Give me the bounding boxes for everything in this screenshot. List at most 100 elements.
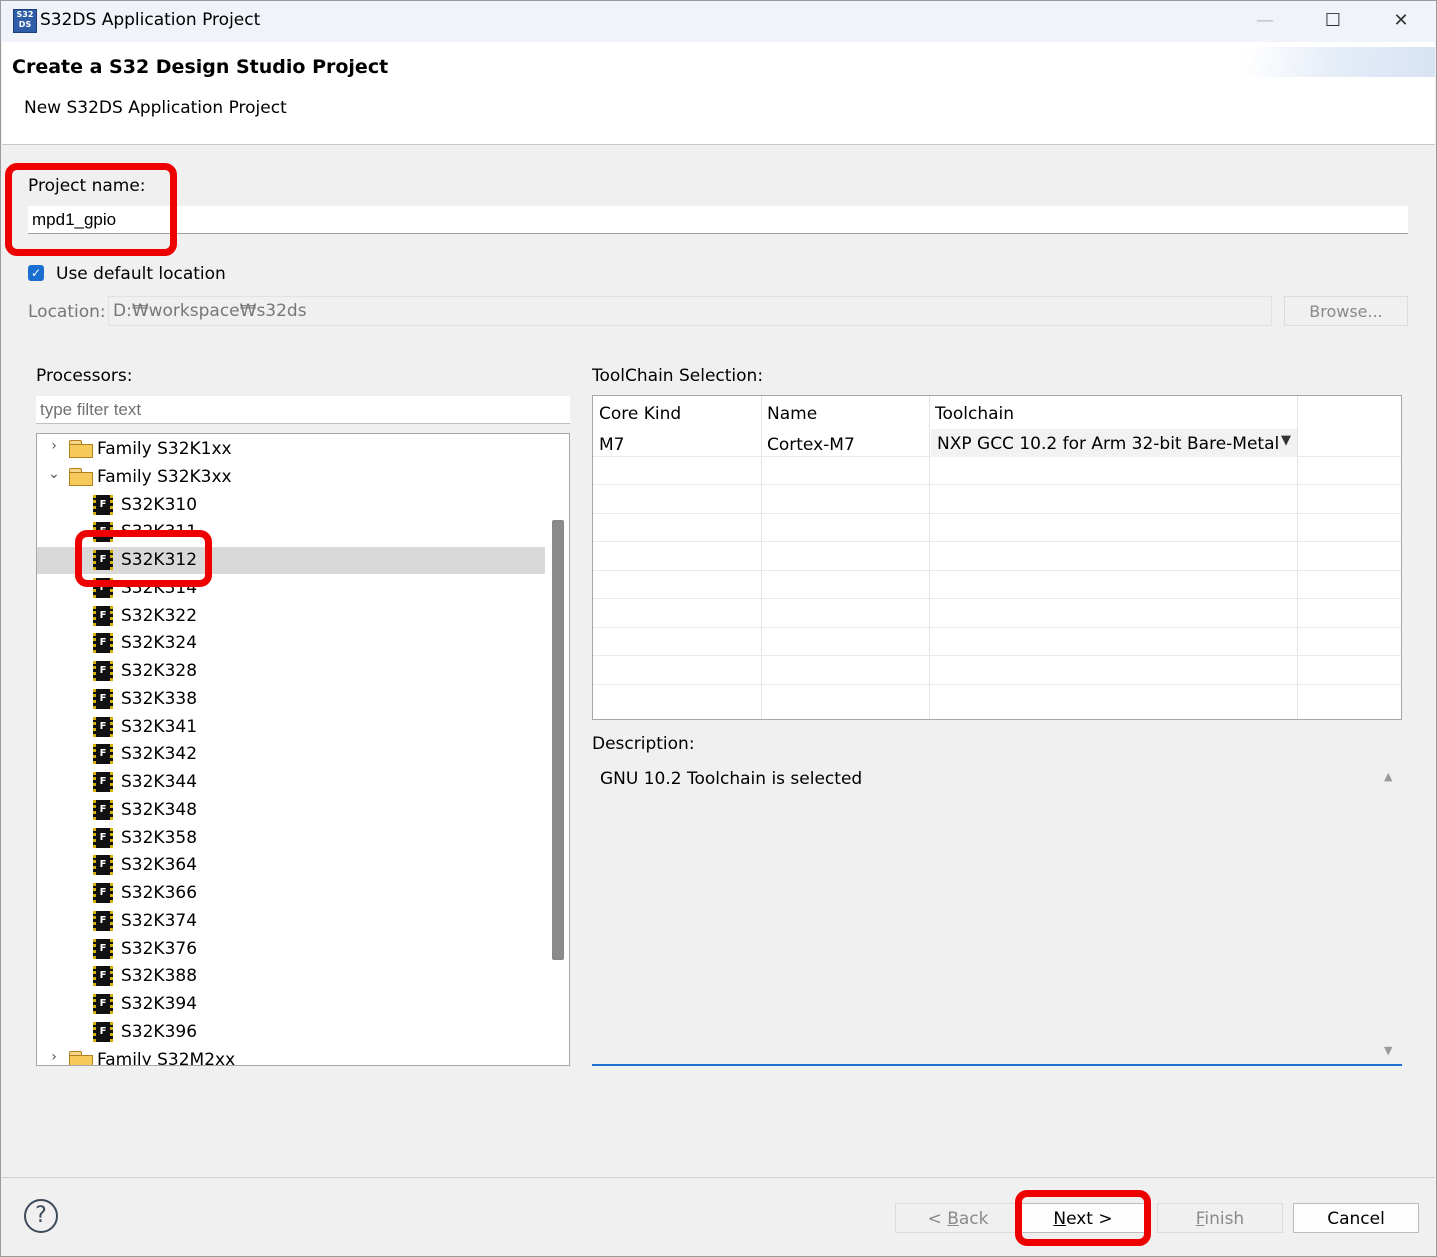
tree-family-item[interactable]: ⌄ Family S32K3xx xyxy=(37,464,545,491)
back-button-prefix: < xyxy=(927,1209,948,1229)
tree-processor-item[interactable]: F S32K310 xyxy=(37,492,545,519)
tree-processor-item[interactable]: F S32K344 xyxy=(37,769,545,796)
tree-item-label: S32K322 xyxy=(121,605,198,626)
toolchain-selection-label: ToolChain Selection: xyxy=(592,366,764,386)
chevron-right-icon[interactable]: › xyxy=(47,438,61,454)
highlight-next-button xyxy=(1015,1190,1151,1246)
toolchain-dropdown[interactable]: NXP GCC 10.2 for Arm 32-bit Bare-Metal ▼ xyxy=(931,429,1297,457)
description-text-area[interactable]: GNU 10.2 Toolchain is selected ▲ ▼ xyxy=(592,762,1402,1066)
tree-processor-item[interactable]: F S32K348 xyxy=(37,797,545,824)
tree-scrollbar-thumb[interactable] xyxy=(552,520,564,960)
scroll-up-icon[interactable]: ▲ xyxy=(1384,770,1392,783)
chevron-right-icon[interactable]: › xyxy=(47,1049,61,1065)
core-name-cell: Cortex-M7 xyxy=(767,435,855,455)
processor-chip-icon: F xyxy=(93,605,113,626)
location-label: Location: xyxy=(28,302,106,322)
processor-chip-icon: F xyxy=(93,494,113,515)
tree-item-label: S32K358 xyxy=(121,827,198,848)
processor-chip-icon: F xyxy=(93,633,113,654)
tree-processor-item[interactable]: F S32K394 xyxy=(37,991,545,1018)
folder-icon xyxy=(69,440,93,458)
processor-chip-icon: F xyxy=(93,938,113,959)
tree-item-label: S32K338 xyxy=(121,688,198,709)
close-button[interactable]: ✕ xyxy=(1378,6,1424,36)
tree-processor-item[interactable]: F S32K341 xyxy=(37,714,545,741)
folder-icon xyxy=(69,467,93,486)
tree-family-item[interactable]: › Family S32M2xx xyxy=(37,1047,545,1066)
processors-label: Processors: xyxy=(36,366,133,386)
bottom-separator xyxy=(2,1177,1435,1178)
header-banner-graphic xyxy=(1195,47,1435,77)
project-name-input[interactable] xyxy=(28,206,1408,234)
tree-processor-item[interactable]: F S32K328 xyxy=(37,658,545,685)
help-button[interactable]: ? xyxy=(24,1199,58,1233)
use-default-location-checkbox[interactable]: ✓ xyxy=(28,265,44,281)
toolchain-dropdown-value: NXP GCC 10.2 for Arm 32-bit Bare-Metal xyxy=(937,434,1280,454)
title-bar: S32 DS S32DS Application Project — ☐ ✕ xyxy=(0,0,1437,42)
processor-chip-icon: F xyxy=(93,799,113,820)
browse-button[interactable]: Browse... xyxy=(1284,296,1408,326)
finish-button-label: inish xyxy=(1204,1209,1245,1229)
processor-chip-icon: F xyxy=(93,744,113,765)
processor-chip-icon: F xyxy=(93,688,113,709)
column-header-name[interactable]: Name xyxy=(767,404,817,424)
tree-processor-item[interactable]: F S32K324 xyxy=(37,630,545,657)
tree-item-label: S32K342 xyxy=(121,744,198,765)
tree-item-label: S32K344 xyxy=(121,772,198,792)
tree-processor-item[interactable]: F S32K366 xyxy=(37,880,545,907)
tree-processor-item[interactable]: F S32K388 xyxy=(37,963,545,990)
highlight-selected-processor xyxy=(75,530,212,587)
tree-processor-item[interactable]: F S32K376 xyxy=(37,936,545,963)
processor-filter-input[interactable] xyxy=(36,396,570,424)
chevron-down-icon[interactable]: ⌄ xyxy=(47,466,61,482)
tree-item-label: Family S32K3xx xyxy=(97,466,232,487)
tree-item-label: S32K376 xyxy=(121,938,198,959)
wizard-header: Create a S32 Design Studio Project New S… xyxy=(2,42,1435,145)
maximize-button[interactable]: ☐ xyxy=(1310,6,1356,36)
cancel-button[interactable]: Cancel xyxy=(1293,1203,1419,1233)
highlight-project-name xyxy=(5,163,177,256)
description-scrollbar[interactable]: ▲ ▼ xyxy=(1376,762,1402,1064)
toolchain-table[interactable]: Core Kind Name Toolchain M7 Cortex-M7 NX… xyxy=(592,395,1402,720)
column-header-core-kind[interactable]: Core Kind xyxy=(599,404,681,424)
location-input[interactable]: D:₩workspace₩s32ds xyxy=(108,296,1272,326)
column-header-toolchain[interactable]: Toolchain xyxy=(935,404,1014,424)
minimize-button[interactable]: — xyxy=(1242,6,1288,36)
processor-chip-icon: F xyxy=(93,827,113,848)
window-title: S32DS Application Project xyxy=(40,10,261,30)
processor-chip-icon: F xyxy=(93,910,113,931)
processor-chip-icon: F xyxy=(93,661,113,681)
app-icon: S32 DS xyxy=(13,9,37,33)
back-button-mnemonic: B xyxy=(947,1209,959,1229)
tree-processor-item[interactable]: F S32K338 xyxy=(37,686,545,713)
tree-processor-item[interactable]: F S32K364 xyxy=(37,852,545,879)
page-subtitle: New S32DS Application Project xyxy=(24,98,287,118)
tree-processor-item[interactable]: F S32K342 xyxy=(37,741,545,768)
tree-item-label: S32K394 xyxy=(121,994,198,1014)
back-button[interactable]: < Back xyxy=(895,1203,1021,1233)
page-title: Create a S32 Design Studio Project xyxy=(12,56,389,78)
processor-chip-icon: F xyxy=(93,1021,113,1042)
scroll-down-icon[interactable]: ▼ xyxy=(1384,1044,1392,1057)
core-kind-cell: M7 xyxy=(599,435,625,455)
dropdown-arrow-icon[interactable]: ▼ xyxy=(1281,433,1291,448)
use-default-location-label[interactable]: Use default location xyxy=(56,264,226,284)
tree-family-item[interactable]: › Family S32K1xx xyxy=(37,436,545,463)
tree-item-label: S32K328 xyxy=(121,661,198,681)
tree-processor-item[interactable]: F S32K396 xyxy=(37,1019,545,1046)
processor-chip-icon: F xyxy=(93,772,113,792)
tree-item-label: S32K366 xyxy=(121,883,198,903)
processor-tree[interactable]: › Family S32K1xx ⌄ Family S32K3xx F S32K310 F S… xyxy=(36,433,570,1066)
description-label: Description: xyxy=(592,734,695,754)
tree-item-label: S32K396 xyxy=(121,1021,198,1042)
processor-chip-icon: F xyxy=(93,966,113,987)
tree-item-label: S32K374 xyxy=(121,910,198,931)
tree-processor-item[interactable]: F S32K374 xyxy=(37,908,545,935)
tree-processor-item[interactable]: F S32K322 xyxy=(37,603,545,630)
tree-item-label: S32K388 xyxy=(121,966,198,987)
tree-processor-item[interactable]: F S32K358 xyxy=(37,825,545,852)
back-button-label: ack xyxy=(958,1209,989,1229)
finish-button[interactable]: Finish xyxy=(1157,1203,1283,1233)
tree-item-label: Family S32M2xx xyxy=(97,1049,236,1066)
tree-item-label: S32K364 xyxy=(121,855,198,876)
